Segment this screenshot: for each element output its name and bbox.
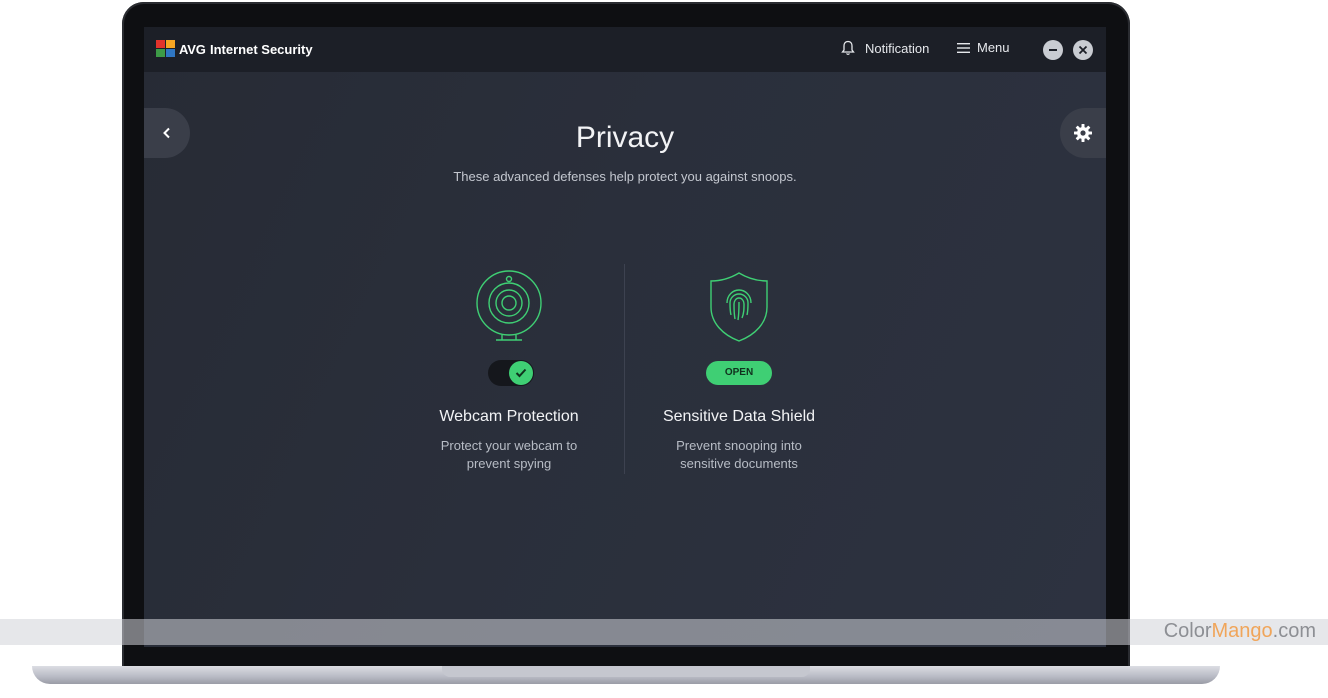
laptop-notch <box>442 666 810 677</box>
checkmark-icon <box>515 368 527 378</box>
feature-description-line: Prevent snooping into <box>676 438 802 453</box>
watermark-accent: Mango <box>1211 620 1273 642</box>
watermark-band <box>0 619 1328 645</box>
watermark-suffix: .com <box>1272 620 1316 642</box>
avg-logo-icon <box>156 40 175 57</box>
feature-description-line: prevent spying <box>466 456 552 471</box>
brand-name: AVG <box>179 42 206 57</box>
title-bar: AVG Internet Security Notification Menu <box>144 27 1106 72</box>
webcam-icon <box>476 270 542 341</box>
feature-description-line: Protect your webcam to <box>440 438 578 453</box>
close-icon <box>1078 45 1088 55</box>
menu-label: Menu <box>977 40 1010 55</box>
page-title: Privacy <box>575 121 675 154</box>
minimize-icon <box>1049 49 1057 51</box>
feature-divider <box>624 264 625 474</box>
toggle-knob <box>509 361 533 385</box>
menu-button[interactable]: Menu <box>957 40 1010 55</box>
fingerprint-shield-icon <box>710 272 768 342</box>
webcam-protection-toggle[interactable] <box>488 360 534 386</box>
watermark-text: Color <box>1163 620 1212 642</box>
feature-description: Prevent snooping into sensitive document… <box>639 437 839 473</box>
open-button[interactable]: OPEN <box>706 361 772 385</box>
feature-description-line: sensitive documents <box>680 456 798 471</box>
notification-button[interactable]: Notification <box>841 40 929 56</box>
bell-icon <box>841 40 855 55</box>
feature-title: Sensitive Data Shield <box>662 408 816 425</box>
notification-label: Notification <box>865 40 930 56</box>
page-subtitle: These advanced defenses help protect you… <box>453 169 797 184</box>
feature-title: Webcam Protection <box>439 408 579 425</box>
feature-description: Protect your webcam to prevent spying <box>409 437 609 473</box>
watermark: ColorMango.com <box>1164 620 1316 643</box>
minimize-button[interactable] <box>1043 40 1063 60</box>
hamburger-icon <box>957 42 970 53</box>
product-name: Internet Security <box>210 42 313 57</box>
close-button[interactable] <box>1073 40 1093 60</box>
app-window: AVG Internet Security Notification Menu <box>144 27 1106 647</box>
